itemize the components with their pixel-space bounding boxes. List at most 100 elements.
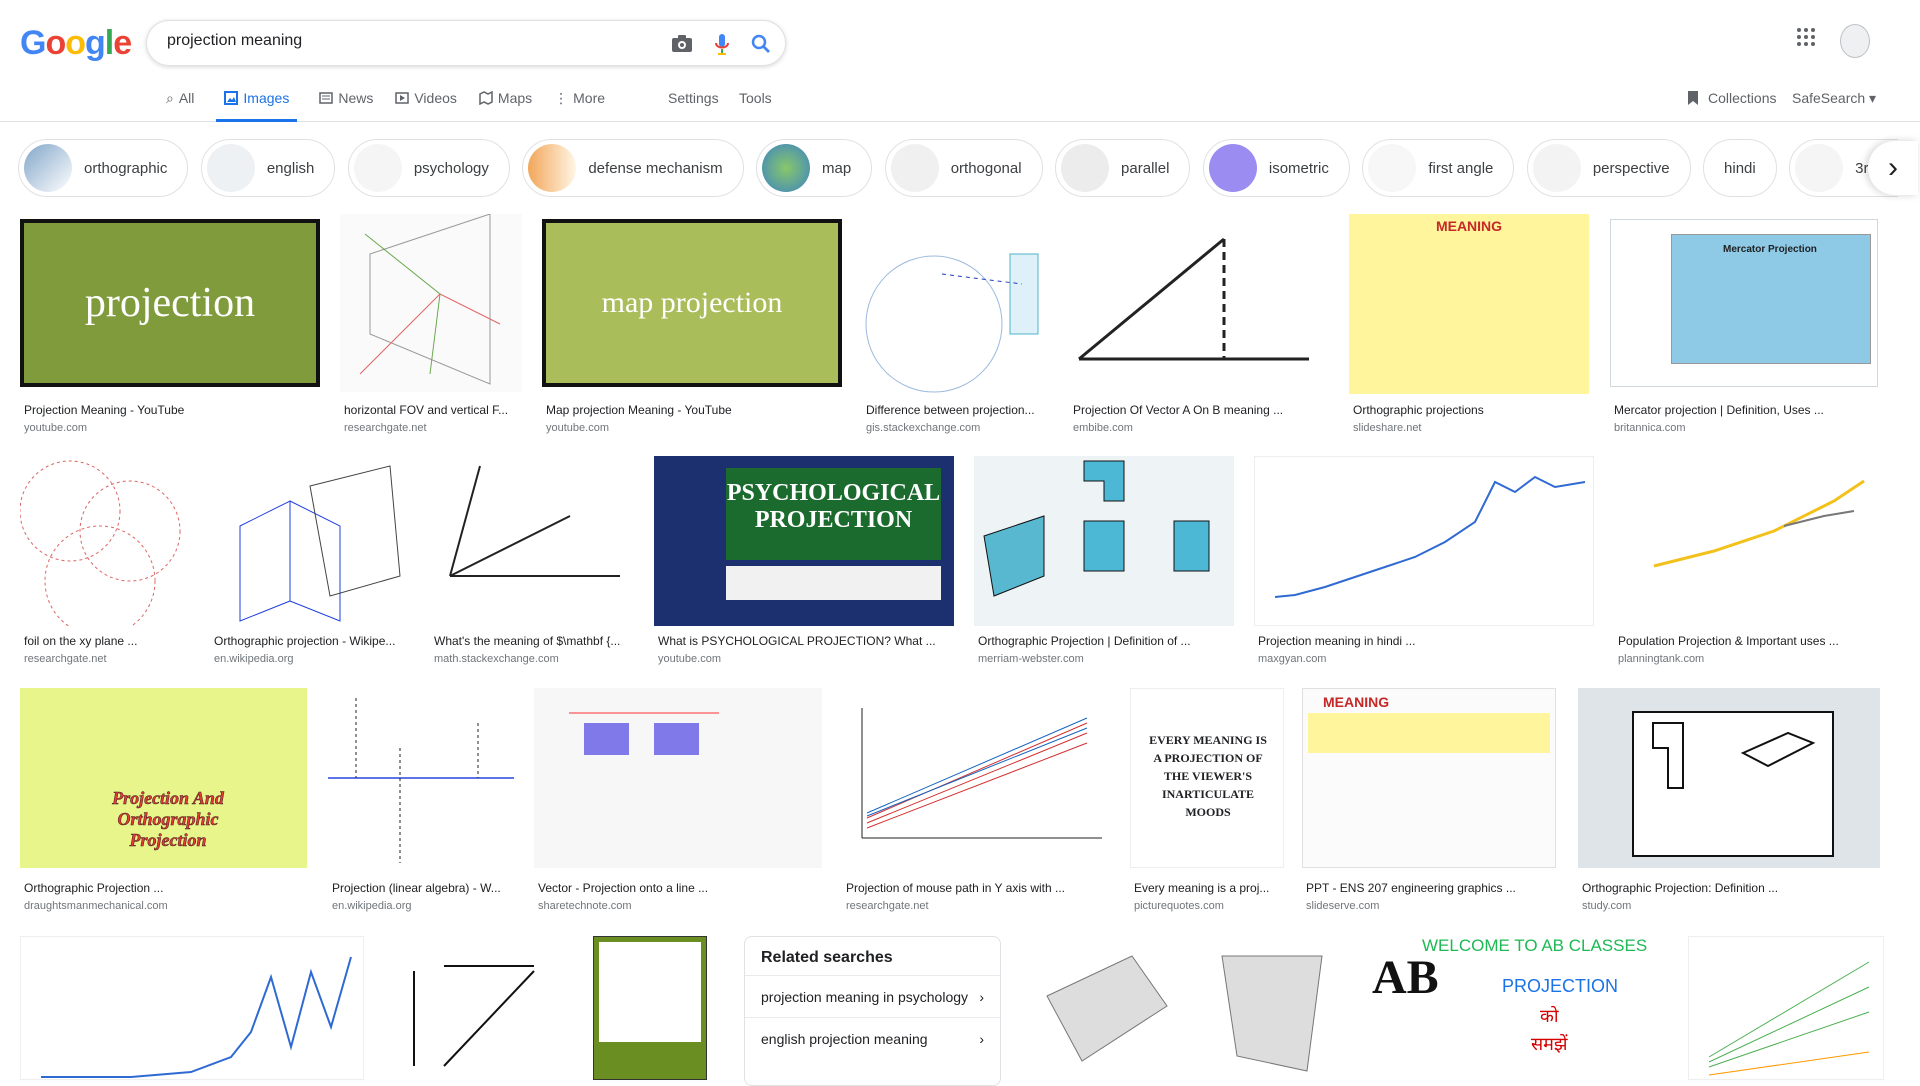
related-search-item[interactable]: projection meaning in psychology ›	[745, 975, 1000, 1017]
chip-map[interactable]: map	[756, 139, 873, 197]
result-thumbnail[interactable]	[1688, 936, 1884, 1080]
image-result[interactable]: Mercator Projection Mercator projection …	[1610, 219, 1882, 439]
image-result[interactable]	[593, 936, 707, 1080]
result-caption[interactable]: Projection Meaning - YouTube	[24, 403, 314, 417]
result-thumbnail[interactable]	[593, 936, 707, 1080]
tools-link[interactable]: Tools	[739, 90, 772, 106]
image-result[interactable]	[1022, 936, 1346, 1080]
result-caption[interactable]: Projection of mouse path in Y axis with …	[846, 881, 1112, 895]
result-caption[interactable]: Orthographic Projection: Definition ...	[1582, 881, 1882, 895]
image-result[interactable]: Projection (linear algebra) - W... en.wi…	[328, 688, 516, 916]
result-caption[interactable]: Orthographic Projection ...	[24, 881, 309, 895]
image-result[interactable]: What's the meaning of $\mathbf {... math…	[430, 456, 636, 676]
result-caption[interactable]: Orthographic projections	[1353, 403, 1591, 417]
result-thumbnail[interactable]: Mercator Projection	[1610, 219, 1878, 387]
search-icon[interactable]	[748, 31, 774, 57]
result-thumbnail[interactable]: Projection And Orthographic Projection	[20, 688, 307, 868]
result-thumbnail[interactable]	[1022, 936, 1346, 1080]
result-thumbnail[interactable]	[20, 936, 364, 1080]
tab-videos[interactable]: Videos	[395, 90, 457, 122]
image-result[interactable]: Projection meaning in hindi ... maxgyan.…	[1254, 456, 1596, 676]
result-caption[interactable]: Projection (linear algebra) - W...	[332, 881, 516, 895]
image-result[interactable]: map projection Map projection Meaning - …	[542, 219, 844, 439]
chips-next-button[interactable]: ›	[1868, 141, 1918, 195]
chip-parallel[interactable]: parallel	[1055, 139, 1191, 197]
chip-defense-mechanism[interactable]: defense mechanism	[522, 139, 744, 197]
result-thumbnail[interactable]: EVERY MEANING IS A PROJECTION OF THE VIE…	[1130, 688, 1284, 868]
google-logo[interactable]: Google	[20, 24, 132, 63]
result-thumbnail[interactable]	[1254, 456, 1594, 626]
image-result[interactable]: MEANING Orthographic projections slidesh…	[1349, 214, 1591, 444]
result-caption[interactable]: PPT - ENS 207 engineering graphics ...	[1306, 881, 1558, 895]
image-result[interactable]: Orthographic Projection: Definition ... …	[1578, 688, 1884, 916]
result-caption[interactable]: Projection Of Vector A On B meaning ...	[1073, 403, 1331, 417]
apps-icon[interactable]	[1795, 26, 1817, 53]
image-result[interactable]: MEANING PPT - ENS 207 engineering graphi…	[1302, 688, 1558, 916]
result-thumbnail[interactable]	[1614, 456, 1880, 626]
result-thumbnail[interactable]	[20, 456, 190, 626]
image-result[interactable]: Projection Of Vector A On B meaning ... …	[1069, 214, 1331, 444]
result-thumbnail[interactable]	[430, 456, 634, 626]
result-caption[interactable]: Population Projection & Important uses .…	[1618, 634, 1878, 648]
tab-all[interactable]: ⌕ All	[166, 90, 194, 122]
search-box[interactable]	[146, 20, 786, 66]
tab-news[interactable]: News	[319, 90, 373, 122]
result-thumbnail[interactable]	[842, 688, 1110, 868]
chip-isometric[interactable]: isometric	[1202, 139, 1350, 197]
avatar[interactable]	[1840, 24, 1870, 58]
chip-first-angle[interactable]: first angle	[1362, 139, 1515, 197]
image-result[interactable]: Population Projection & Important uses .…	[1614, 456, 1884, 676]
image-result[interactable]: PSYCHOLOGICAL PROJECTION What is PSYCHOL…	[654, 456, 956, 676]
result-thumbnail[interactable]	[1578, 688, 1880, 868]
image-result[interactable]: foil on the xy plane ... researchgate.ne…	[20, 456, 192, 676]
result-thumbnail[interactable]	[1069, 214, 1329, 394]
result-thumbnail[interactable]: WELCOME TO AB CLASSES PROJECTION को समझे…	[1366, 936, 1666, 1080]
image-result[interactable]: Vector - Projection onto a line ... shar…	[534, 688, 824, 916]
result-caption[interactable]: foil on the xy plane ...	[24, 634, 192, 648]
result-caption[interactable]: Mercator projection | Definition, Uses .…	[1614, 403, 1882, 417]
result-caption[interactable]: Every meaning is a proj...	[1134, 881, 1284, 895]
chip-orthographic[interactable]: orthographic	[18, 139, 189, 197]
search-input[interactable]	[167, 32, 647, 50]
tab-images[interactable]: Images	[216, 90, 298, 122]
result-caption[interactable]: Vector - Projection onto a line ...	[538, 881, 824, 895]
chip-orthogonal[interactable]: orthogonal	[884, 139, 1043, 197]
result-thumbnail[interactable]	[384, 936, 558, 1080]
result-thumbnail[interactable]	[340, 214, 522, 392]
settings-link[interactable]: Settings	[668, 90, 719, 106]
image-result[interactable]: Orthographic projection - Wikipe... en.w…	[210, 456, 412, 676]
result-caption[interactable]: Difference between projection...	[866, 403, 1051, 417]
tab-more[interactable]: ⋮ More	[554, 90, 605, 122]
result-thumbnail[interactable]	[974, 456, 1234, 626]
result-thumbnail[interactable]	[534, 688, 822, 868]
result-caption[interactable]: What's the meaning of $\mathbf {...	[434, 634, 636, 648]
result-thumbnail[interactable]	[210, 456, 410, 626]
result-caption[interactable]: What is PSYCHOLOGICAL PROJECTION? What .…	[658, 634, 956, 648]
image-result[interactable]: horizontal FOV and vertical F... researc…	[340, 214, 525, 444]
image-result[interactable]	[1688, 936, 1884, 1080]
result-thumbnail[interactable]: projection	[20, 219, 320, 387]
image-result[interactable]: Orthographic Projection | Definition of …	[974, 456, 1236, 676]
chip-hindi[interactable]: hindi	[1703, 139, 1777, 197]
microphone-icon[interactable]	[709, 31, 735, 57]
result-thumbnail[interactable]: map projection	[542, 219, 842, 387]
tab-maps[interactable]: Maps	[479, 90, 532, 122]
image-result[interactable]: Projection of mouse path in Y axis with …	[842, 688, 1112, 916]
image-result[interactable]: Projection And Orthographic Projection O…	[20, 688, 310, 916]
result-caption[interactable]: Projection meaning in hindi ...	[1258, 634, 1596, 648]
result-caption[interactable]: Orthographic Projection | Definition of …	[978, 634, 1236, 648]
collections-link[interactable]: Collections	[1686, 90, 1776, 106]
result-thumbnail[interactable]: MEANING	[1349, 214, 1589, 394]
image-result[interactable]	[384, 936, 558, 1080]
camera-icon[interactable]	[669, 31, 695, 57]
image-result[interactable]: WELCOME TO AB CLASSES PROJECTION को समझे…	[1366, 936, 1666, 1080]
image-result[interactable]: EVERY MEANING IS A PROJECTION OF THE VIE…	[1130, 688, 1286, 916]
result-caption[interactable]: Orthographic projection - Wikipe...	[214, 634, 412, 648]
related-search-item[interactable]: english projection meaning ›	[745, 1017, 1000, 1059]
image-result[interactable]	[20, 936, 364, 1080]
chip-psychology[interactable]: psychology	[347, 139, 510, 197]
result-thumbnail[interactable]: PSYCHOLOGICAL PROJECTION	[654, 456, 954, 626]
result-thumbnail[interactable]	[862, 214, 1050, 394]
result-caption[interactable]: horizontal FOV and vertical F...	[344, 403, 524, 417]
chip-english[interactable]: english	[200, 139, 336, 197]
